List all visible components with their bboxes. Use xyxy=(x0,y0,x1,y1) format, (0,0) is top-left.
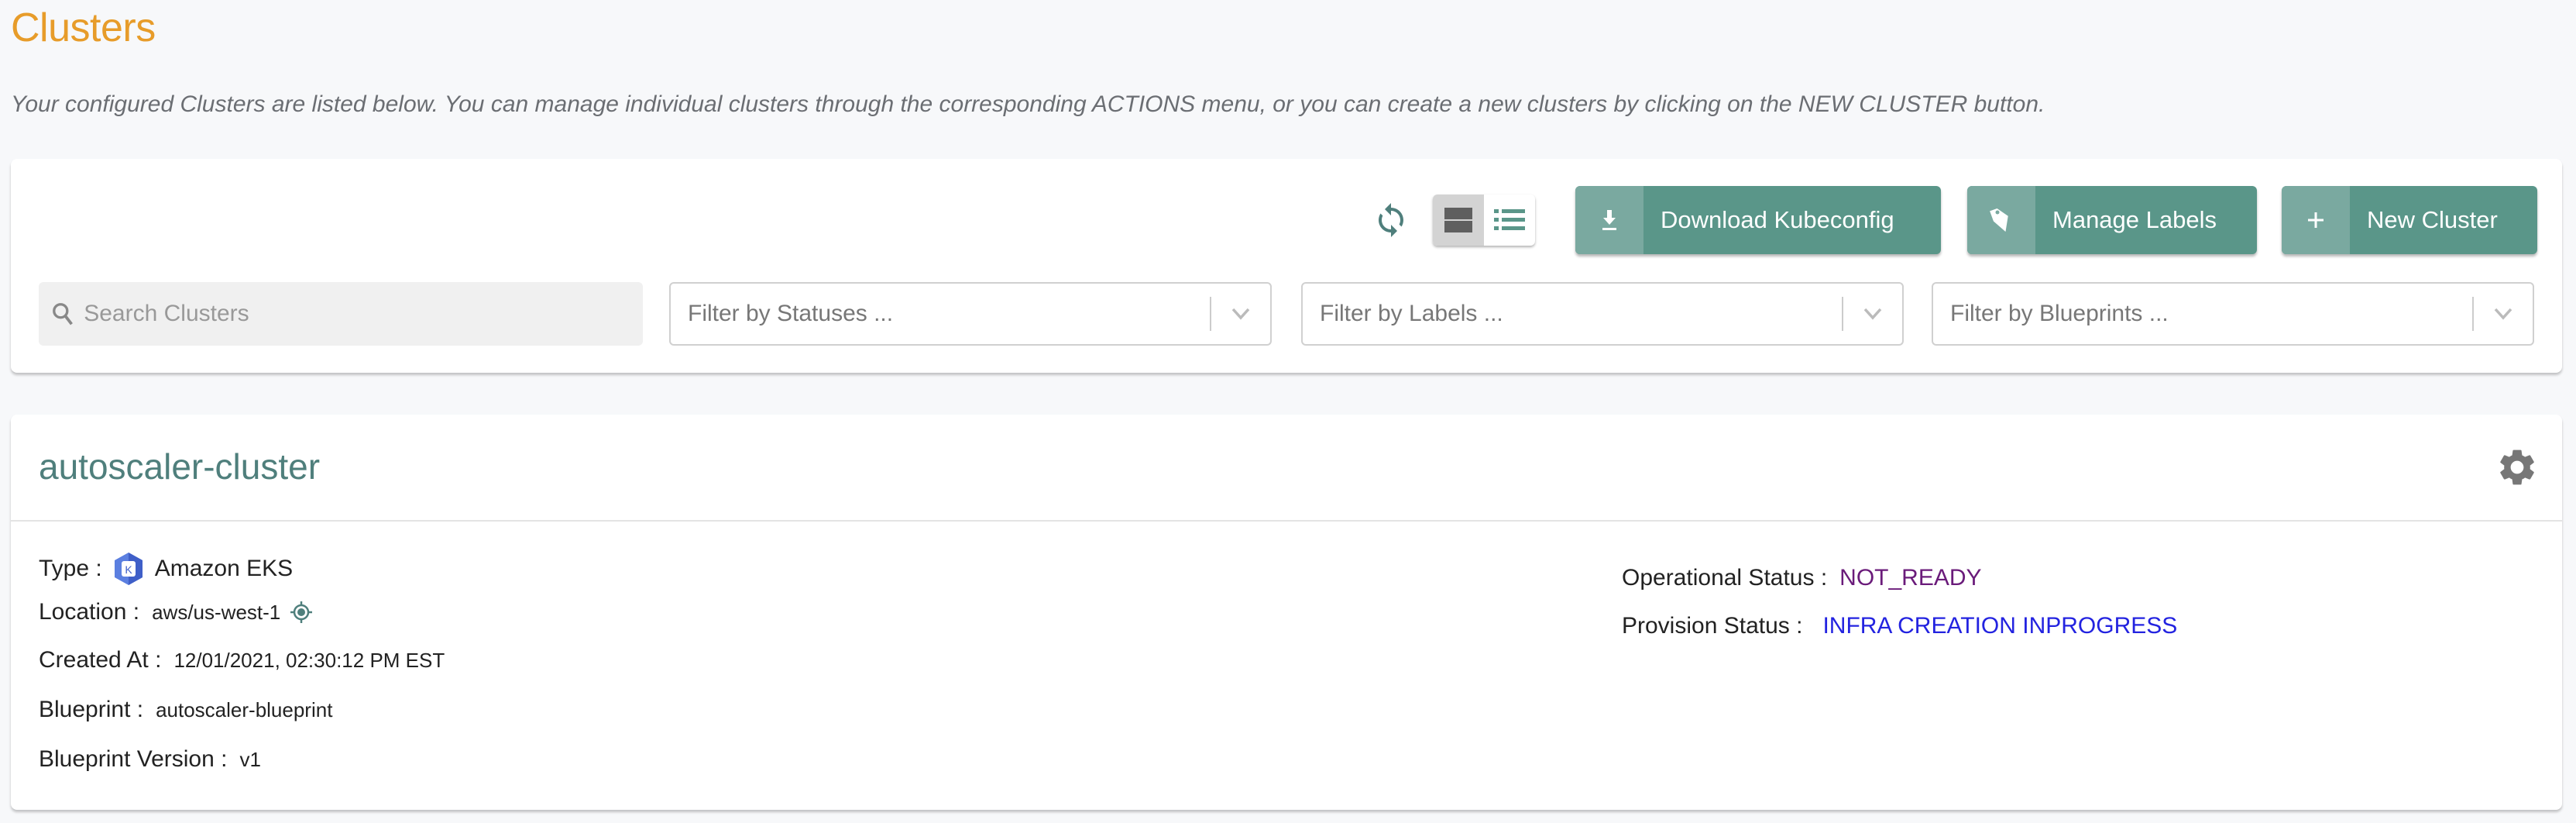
filter-statuses-select[interactable]: Filter by Statuses ... xyxy=(669,282,1272,346)
cluster-name-link[interactable]: autoscaler-cluster xyxy=(39,446,320,487)
filter-labels-placeholder: Filter by Labels ... xyxy=(1320,301,1503,326)
tag-icon xyxy=(1990,208,2008,232)
view-toggle xyxy=(1433,195,1535,246)
download-kubeconfig-label: Download Kubeconfig xyxy=(1661,206,1894,233)
blueprint-label: Blueprint : xyxy=(39,697,144,722)
card-divider xyxy=(11,520,2562,522)
search-clusters-input[interactable] xyxy=(84,301,643,327)
svg-text:K: K xyxy=(125,563,132,576)
gear-icon xyxy=(2500,449,2534,485)
list-view-icon xyxy=(1494,209,1525,230)
blueprint-version-value: v1 xyxy=(239,747,261,771)
chevron-down-icon[interactable] xyxy=(1843,307,1902,321)
page-description: Your configured Clusters are listed belo… xyxy=(11,91,2045,117)
filter-blueprints-select[interactable]: Filter by Blueprints ... xyxy=(1932,282,2534,346)
search-icon xyxy=(53,303,73,325)
created-at-value: 12/01/2021, 02:30:12 PM EST xyxy=(173,648,445,672)
cluster-actions-button[interactable] xyxy=(2495,446,2539,489)
manage-labels-label: Manage Labels xyxy=(2052,206,2217,233)
manage-labels-button[interactable]: Manage Labels xyxy=(1967,186,2257,254)
new-cluster-label: New Cluster xyxy=(2367,206,2498,233)
page-title: Clusters xyxy=(11,5,156,50)
provision-status-value: INFRA CREATION INPROGRESS xyxy=(1822,613,2178,639)
field-type: Type : K Amazon EKS xyxy=(39,551,293,587)
grid-view-icon xyxy=(1444,208,1472,232)
new-cluster-button[interactable]: New Cluster xyxy=(2282,186,2537,254)
location-target-icon[interactable] xyxy=(290,601,313,624)
refresh-icon xyxy=(1379,203,1403,237)
filter-statuses-placeholder: Filter by Statuses ... xyxy=(688,301,894,326)
eks-icon: K xyxy=(114,553,143,585)
created-at-label: Created At : xyxy=(39,647,162,673)
field-blueprint-version: Blueprint Version : v1 xyxy=(39,746,261,773)
type-label: Type : xyxy=(39,556,102,581)
filter-labels-select[interactable]: Filter by Labels ... xyxy=(1301,282,1904,346)
operational-status-label: Operational Status : xyxy=(1622,565,1828,591)
location-label: Location : xyxy=(39,599,140,625)
field-blueprint: Blueprint : autoscaler-blueprint xyxy=(39,697,332,723)
field-operational-status: Operational Status : NOT_READY xyxy=(1622,565,1982,591)
list-view-button[interactable] xyxy=(1484,195,1535,246)
chevron-down-icon[interactable] xyxy=(2474,307,2533,321)
chevron-down-icon[interactable] xyxy=(1211,307,1270,321)
location-value: aws/us-west-1 xyxy=(152,600,281,624)
type-value: Amazon EKS xyxy=(154,556,294,581)
download-kubeconfig-button[interactable]: Download Kubeconfig xyxy=(1575,186,1941,254)
operational-status-value: NOT_READY xyxy=(1839,565,1982,591)
refresh-button[interactable] xyxy=(1372,200,1410,240)
cluster-card: autoscaler-cluster Type : K Amazon EKS L… xyxy=(11,415,2562,810)
card-view-button[interactable] xyxy=(1433,195,1484,246)
blueprint-value: autoscaler-blueprint xyxy=(156,697,333,721)
field-provision-status: Provision Status : INFRA CREATION INPROG… xyxy=(1622,613,2177,639)
filter-blueprints-placeholder: Filter by Blueprints ... xyxy=(1950,301,2169,326)
plus-icon xyxy=(2308,212,2324,228)
provision-status-label: Provision Status : xyxy=(1622,613,1803,639)
field-created-at: Created At : 12/01/2021, 02:30:12 PM EST xyxy=(39,647,445,673)
download-icon xyxy=(1602,210,1616,230)
field-location: Location : aws/us-west-1 xyxy=(39,599,313,625)
blueprint-version-label: Blueprint Version : xyxy=(39,746,228,772)
search-box xyxy=(39,282,643,346)
